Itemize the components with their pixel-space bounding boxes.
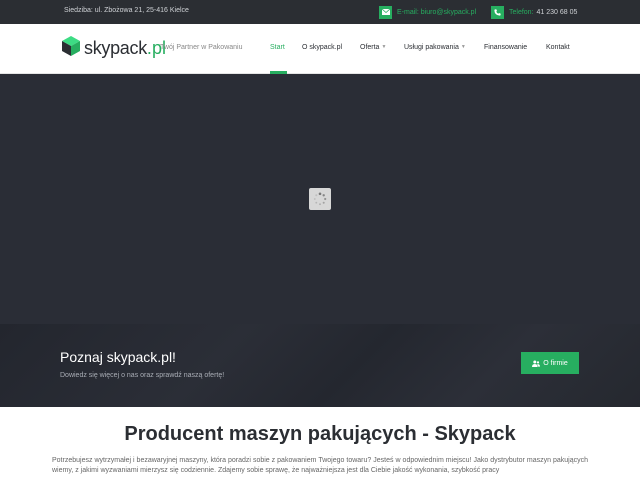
chevron-down-icon: ▼: [381, 44, 387, 51]
top-bar: Siedziba: ul. Zbożowa 21, 25-416 Kielce …: [0, 0, 640, 24]
about-company-button[interactable]: O firmie: [521, 352, 579, 374]
hero-slider: Poznaj skypack.pl! Dowiedz się więcej o …: [0, 74, 640, 407]
phone-number[interactable]: 41 230 68 05: [537, 9, 578, 16]
nav-item-packing-services-label: Usługi pakowania: [404, 44, 459, 51]
nav-item-contact[interactable]: Kontakt: [546, 44, 570, 51]
phone-icon: [491, 5, 504, 19]
email-label: E-mail:: [397, 8, 419, 16]
hero-subtitle: Dowiedz się więcej o nas oraz sprawdź na…: [60, 372, 225, 379]
email-address[interactable]: biuro@skypack.pl: [421, 9, 476, 16]
nav-item-offer-label: Oferta: [360, 44, 380, 51]
nav-item-financing[interactable]: Finansowanie: [484, 44, 527, 51]
tagline: Twój Partner w Pakowaniu: [160, 44, 243, 51]
phone-link[interactable]: Telefon: 41 230 68 05: [491, 5, 577, 19]
spinner-icon: [309, 188, 331, 210]
nav-item-about[interactable]: O skypack.pl: [302, 44, 342, 51]
site-header: skypack. pl Twój Partner w Pakowaniu Star…: [0, 24, 640, 74]
users-icon: [532, 360, 541, 367]
hero-title: Poznaj skypack.pl!: [60, 349, 176, 365]
company-address: Siedziba: ul. Zbożowa 21, 25-416 Kielce: [64, 7, 189, 14]
nav-item-packing-services[interactable]: Usługi pakowania ▼: [404, 44, 466, 51]
logo-name: skypack: [84, 37, 147, 58]
cube-logo-icon: [62, 35, 80, 61]
envelope-icon: [379, 5, 392, 19]
phone-label: Telefon:: [509, 8, 534, 16]
email-link[interactable]: E-mail: biuro@skypack.pl: [379, 5, 476, 19]
nav-item-start[interactable]: Start: [270, 44, 285, 51]
page-heading: Producent maszyn pakujących - Skypack: [124, 423, 516, 445]
intro-paragraph: Potrzebujesz wytrzymałej i bezawaryjnej …: [52, 457, 588, 474]
nav-item-offer[interactable]: Oferta ▼: [360, 44, 386, 51]
about-company-button-label: O firmie: [543, 359, 568, 367]
logo[interactable]: skypack. pl: [62, 35, 166, 61]
chevron-down-icon: ▼: [460, 44, 466, 51]
